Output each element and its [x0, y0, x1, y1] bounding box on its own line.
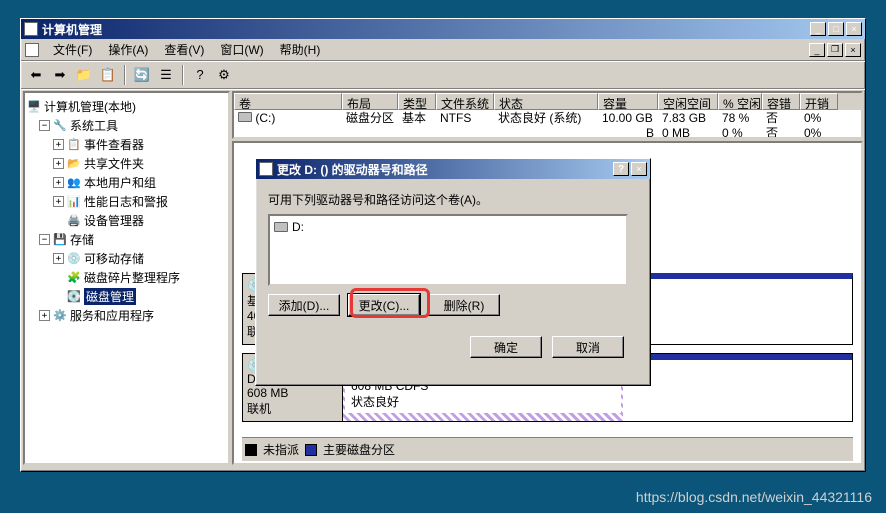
watermark: https://blog.csdn.net/weixin_44321116 — [636, 489, 872, 505]
table-row[interactable]: B 0 MB 0 % 否 0% — [234, 125, 861, 139]
tree-root[interactable]: 🖥️计算机管理(本地) — [27, 97, 226, 116]
tree-event-viewer[interactable]: +📋事件查看器 — [27, 135, 226, 154]
toolbar: ⬅ ➡ 📁 📋 🔄 ☰ ? ⚙ — [21, 61, 865, 89]
tree-disk-mgmt[interactable]: 💽磁盘管理 — [27, 287, 226, 306]
drive-path-list[interactable]: D: — [268, 214, 628, 286]
legend-primary-icon — [305, 444, 317, 456]
tree-services[interactable]: +⚙️服务和应用程序 — [27, 306, 226, 325]
tree-storage[interactable]: −💾存储 — [27, 230, 226, 249]
col-fault[interactable]: 容错 — [762, 93, 800, 110]
col-volume[interactable]: 卷 — [234, 93, 342, 110]
menu-file[interactable]: 文件(F) — [45, 39, 100, 60]
help-button[interactable]: ? — [189, 64, 211, 86]
menu-action[interactable]: 操作(A) — [100, 39, 156, 60]
volume-list[interactable]: 卷 布局 类型 文件系统 状态 容量 空闲空间 % 空闲 容错 开销 (C:) … — [232, 91, 863, 139]
toolbar-separator — [182, 65, 184, 85]
dialog-title: 更改 D: () 的驱动器号和路径 — [277, 161, 613, 178]
table-row[interactable]: (C:) 磁盘分区 基本 NTFS 状态良好 (系统) 10.00 GB 7.8… — [234, 110, 861, 125]
settings-button[interactable]: ⚙ — [213, 64, 235, 86]
dialog-title-bar: 更改 D: () 的驱动器号和路径 ? × — [256, 159, 650, 179]
list-view-button[interactable]: ☰ — [155, 64, 177, 86]
tree-perf-logs[interactable]: +📊性能日志和警报 — [27, 192, 226, 211]
legend-unalloc-label: 未指派 — [263, 441, 299, 458]
dialog-close-button[interactable]: × — [631, 162, 647, 176]
tree-shared-folders[interactable]: +📂共享文件夹 — [27, 154, 226, 173]
refresh-button[interactable]: 🔄 — [131, 64, 153, 86]
child-minimize-button[interactable]: _ — [809, 43, 825, 57]
maximize-button[interactable]: □ — [828, 22, 844, 36]
tree-device-mgr[interactable]: 🖨️设备管理器 — [27, 211, 226, 230]
cancel-button[interactable]: 取消 — [552, 336, 624, 358]
change-drive-letter-dialog: 更改 D: () 的驱动器号和路径 ? × 可用下列驱动器号和路径访问这个卷(A… — [255, 158, 651, 386]
toolbar-separator — [124, 65, 126, 85]
legend: 未指派 主要磁盘分区 — [242, 437, 853, 461]
tree-defrag[interactable]: 🧩磁盘碎片整理程序 — [27, 268, 226, 287]
dialog-help-button[interactable]: ? — [613, 162, 629, 176]
change-button[interactable]: 更改(C)... — [348, 294, 420, 316]
add-button[interactable]: 添加(D)... — [268, 294, 340, 316]
col-overhead[interactable]: 开销 — [800, 93, 838, 110]
window-title: 计算机管理 — [42, 21, 810, 38]
menu-view[interactable]: 查看(V) — [156, 39, 212, 60]
back-button[interactable]: ⬅ — [25, 64, 47, 86]
app-icon — [24, 22, 38, 36]
col-type[interactable]: 类型 — [398, 93, 436, 110]
list-item[interactable]: D: — [274, 220, 622, 234]
mmc-icon — [25, 43, 39, 57]
tree-removable[interactable]: +💿可移动存储 — [27, 249, 226, 268]
menu-help[interactable]: 帮助(H) — [272, 39, 329, 60]
properties-button[interactable]: 📋 — [97, 64, 119, 86]
legend-primary-label: 主要磁盘分区 — [323, 441, 395, 458]
col-free[interactable]: 空闲空间 — [658, 93, 718, 110]
tree-system-tools[interactable]: −🔧系统工具 — [27, 116, 226, 135]
dialog-instruction: 可用下列驱动器号和路径访问这个卷(A)。 — [268, 191, 638, 208]
col-layout[interactable]: 布局 — [342, 93, 398, 110]
col-status[interactable]: 状态 — [494, 93, 598, 110]
disk-icon — [274, 222, 288, 232]
col-fs[interactable]: 文件系统 — [436, 93, 494, 110]
menu-window[interactable]: 窗口(W) — [212, 39, 271, 60]
legend-unalloc-icon — [245, 444, 257, 456]
child-close-button[interactable]: × — [845, 43, 861, 57]
disk-icon — [238, 112, 252, 122]
forward-button[interactable]: ➡ — [49, 64, 71, 86]
col-pct[interactable]: % 空闲 — [718, 93, 762, 110]
child-restore-button[interactable]: ❐ — [827, 43, 843, 57]
menu-bar: 文件(F) 操作(A) 查看(V) 窗口(W) 帮助(H) _ ❐ × — [21, 39, 865, 61]
title-bar: 计算机管理 _ □ × — [21, 19, 865, 39]
col-capacity[interactable]: 容量 — [598, 93, 658, 110]
minimize-button[interactable]: _ — [810, 22, 826, 36]
dialog-icon — [259, 162, 273, 176]
tree-local-users[interactable]: +👥本地用户和组 — [27, 173, 226, 192]
tree-panel[interactable]: 🖥️计算机管理(本地) −🔧系统工具 +📋事件查看器 +📂共享文件夹 +👥本地用… — [23, 91, 230, 465]
ok-button[interactable]: 确定 — [470, 336, 542, 358]
close-button[interactable]: × — [846, 22, 862, 36]
remove-button[interactable]: 删除(R) — [428, 294, 500, 316]
up-button[interactable]: 📁 — [73, 64, 95, 86]
list-header: 卷 布局 类型 文件系统 状态 容量 空闲空间 % 空闲 容错 开销 — [234, 93, 861, 110]
